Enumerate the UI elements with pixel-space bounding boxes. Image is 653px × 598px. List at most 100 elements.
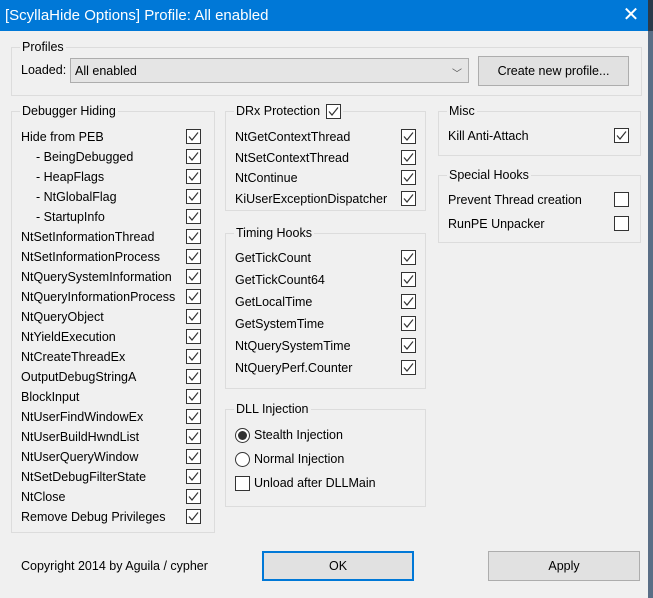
unload-after-dllmain-row[interactable]: Unload after DLLMain bbox=[235, 473, 376, 493]
checkbox-ntuserfindwindowex[interactable] bbox=[186, 409, 201, 424]
checkbox-kill-anti-attach[interactable] bbox=[614, 128, 629, 143]
option-row-getsystemtime[interactable]: GetSystemTime bbox=[235, 314, 324, 334]
option-row-kill-anti-attach[interactable]: Kill Anti-Attach bbox=[448, 126, 529, 146]
checkbox-heapflags[interactable] bbox=[186, 169, 201, 184]
option-row-ntyieldexecution[interactable]: NtYieldExecution bbox=[21, 327, 116, 347]
option-label: NtUserBuildHwndList bbox=[21, 430, 140, 444]
radio-circle[interactable] bbox=[235, 427, 250, 443]
checkbox-ntclose[interactable] bbox=[186, 489, 201, 504]
option-row-ntcontinue[interactable]: NtContinue bbox=[235, 168, 298, 188]
normal-injection-radio[interactable]: Normal Injection bbox=[235, 449, 344, 469]
checkbox-outputdebugstringa[interactable] bbox=[186, 369, 201, 384]
profile-select-value: All enabled bbox=[75, 63, 137, 78]
option-row-outputdebugstringa[interactable]: OutputDebugStringA bbox=[21, 367, 136, 387]
option-label: NtUserQueryWindow bbox=[21, 450, 139, 464]
checkbox-getlocaltime[interactable] bbox=[401, 294, 416, 309]
unload-after-dllmain-checkbox[interactable] bbox=[235, 475, 250, 491]
checkmark-icon bbox=[403, 173, 414, 183]
option-row-ntsetcontextthread[interactable]: NtSetContextThread bbox=[235, 148, 349, 168]
option-label: - HeapFlags bbox=[36, 170, 105, 184]
option-row-ntcreatethreadex[interactable]: NtCreateThreadEx bbox=[21, 347, 125, 367]
checkbox-gettickcount[interactable] bbox=[401, 250, 416, 265]
option-row-ntuserquerywindow[interactable]: NtUserQueryWindow bbox=[21, 447, 138, 467]
option-row-ntclose[interactable]: NtClose bbox=[21, 487, 65, 507]
checkbox-startupinfo[interactable] bbox=[186, 209, 201, 224]
option-row-ntqueryperf-counter[interactable]: NtQueryPerf.Counter bbox=[235, 358, 352, 378]
checkbox-prevent-thread-creation[interactable] bbox=[614, 192, 629, 207]
option-row-ntquerysysteminformation[interactable]: NtQuerySystemInformation bbox=[21, 267, 172, 287]
option-row-getlocaltime[interactable]: GetLocalTime bbox=[235, 292, 312, 312]
checkmark-icon bbox=[403, 341, 414, 350]
checkbox-ntqueryperf-counter[interactable] bbox=[401, 360, 416, 375]
checkmark-icon bbox=[188, 132, 199, 141]
checkbox-ntquerysystemtime[interactable] bbox=[401, 338, 416, 353]
option-row-ntsetdebugfilterstate[interactable]: NtSetDebugFilterState bbox=[21, 467, 146, 487]
option-row-ntgetcontextthread[interactable]: NtGetContextThread bbox=[235, 127, 350, 147]
checkbox-ntuserbuildhwndlist[interactable] bbox=[186, 429, 201, 444]
checkbox-ntqueryinformationprocess[interactable] bbox=[186, 289, 201, 304]
option-row-ntsetinformationprocess[interactable]: NtSetInformationProcess bbox=[21, 247, 160, 267]
checkbox-hide-from-peb[interactable] bbox=[186, 129, 201, 144]
checkbox-ntsetinformationprocess[interactable] bbox=[186, 249, 201, 264]
option-row-heapflags[interactable]: - HeapFlags bbox=[36, 167, 104, 187]
option-row-remove-debug-privileges[interactable]: Remove Debug Privileges bbox=[21, 507, 166, 527]
option-row-runpe-unpacker[interactable]: RunPE Unpacker bbox=[448, 214, 545, 234]
close-icon[interactable]: ✕ bbox=[618, 3, 644, 27]
create-profile-button[interactable]: Create new profile... bbox=[478, 56, 629, 86]
drx-protection-checkbox[interactable] bbox=[326, 103, 342, 119]
option-row-gettickcount64[interactable]: GetTickCount64 bbox=[235, 270, 325, 290]
checkbox-ntcontinue[interactable] bbox=[401, 170, 416, 186]
option-label: GetTickCount bbox=[235, 251, 311, 265]
checkbox-ntquerysysteminformation[interactable] bbox=[186, 269, 201, 284]
checkbox-kiuserexceptiondispatcher[interactable] bbox=[401, 191, 416, 207]
option-label: NtSetContextThread bbox=[235, 150, 349, 165]
option-row-ntqueryobject[interactable]: NtQueryObject bbox=[21, 307, 104, 327]
misc-label: Misc bbox=[447, 103, 477, 119]
checkbox-getsystemtime[interactable] bbox=[401, 316, 416, 331]
stealth-injection-radio[interactable]: Stealth Injection bbox=[235, 425, 343, 445]
option-label: NtGetContextThread bbox=[235, 130, 351, 144]
option-row-ntuserfindwindowex[interactable]: NtUserFindWindowEx bbox=[21, 407, 143, 427]
checkbox-ntglobalflag[interactable] bbox=[186, 189, 201, 204]
option-row-gettickcount[interactable]: GetTickCount bbox=[235, 248, 311, 268]
checkmark-icon bbox=[188, 172, 199, 181]
checkbox-gettickcount64[interactable] bbox=[401, 272, 416, 287]
checkmark-icon bbox=[403, 152, 414, 162]
option-row-ntglobalflag[interactable]: - NtGlobalFlag bbox=[36, 187, 117, 207]
checkbox-runpe-unpacker[interactable] bbox=[614, 216, 629, 231]
checkbox-ntuserquerywindow[interactable] bbox=[186, 449, 201, 464]
background-edge bbox=[648, 0, 653, 598]
option-row-beingdebugged[interactable]: - BeingDebugged bbox=[36, 147, 133, 167]
option-row-prevent-thread-creation[interactable]: Prevent Thread creation bbox=[448, 190, 582, 210]
checkbox-ntqueryobject[interactable] bbox=[186, 309, 201, 324]
profile-select[interactable]: All enabled ﹀ bbox=[70, 58, 469, 83]
option-label: RunPE Unpacker bbox=[448, 217, 545, 231]
option-row-ntuserbuildhwndlist[interactable]: NtUserBuildHwndList bbox=[21, 427, 139, 447]
drx-protection-label: DRx Protection bbox=[234, 103, 344, 119]
checkmark-icon bbox=[328, 106, 339, 116]
radio-circle[interactable] bbox=[235, 451, 250, 467]
checkbox-ntyieldexecution[interactable] bbox=[186, 329, 201, 344]
checkmark-icon bbox=[616, 131, 627, 140]
checkbox-remove-debug-privileges[interactable] bbox=[186, 509, 201, 524]
checkbox-beingdebugged[interactable] bbox=[186, 149, 201, 164]
checkmark-icon bbox=[403, 275, 414, 284]
option-row-ntqueryinformationprocess[interactable]: NtQueryInformationProcess bbox=[21, 287, 175, 307]
checkbox-ntsetinformationthread[interactable] bbox=[186, 229, 201, 244]
option-row-ntsetinformationthread[interactable]: NtSetInformationThread bbox=[21, 227, 154, 247]
checkbox-ntgetcontextthread[interactable] bbox=[401, 129, 416, 144]
checkbox-ntsetcontextthread[interactable] bbox=[401, 149, 416, 165]
unload-after-dllmain-label: Unload after DLLMain bbox=[254, 476, 376, 490]
apply-button[interactable]: Apply bbox=[488, 551, 640, 581]
option-label: GetSystemTime bbox=[235, 317, 325, 331]
ok-button[interactable]: OK bbox=[262, 551, 414, 581]
checkbox-blockinput[interactable] bbox=[186, 389, 201, 404]
background-edge-top bbox=[648, 0, 653, 31]
option-row-blockinput[interactable]: BlockInput bbox=[21, 387, 79, 407]
option-row-kiuserexceptiondispatcher[interactable]: KiUserExceptionDispatcher bbox=[235, 189, 387, 209]
checkbox-ntcreatethreadex[interactable] bbox=[186, 349, 201, 364]
checkbox-ntsetdebugfilterstate[interactable] bbox=[186, 469, 201, 484]
option-row-ntquerysystemtime[interactable]: NtQuerySystemTime bbox=[235, 336, 351, 356]
option-row-hide-from-peb[interactable]: Hide from PEB bbox=[21, 127, 104, 147]
option-row-startupinfo[interactable]: - StartupInfo bbox=[36, 207, 105, 227]
